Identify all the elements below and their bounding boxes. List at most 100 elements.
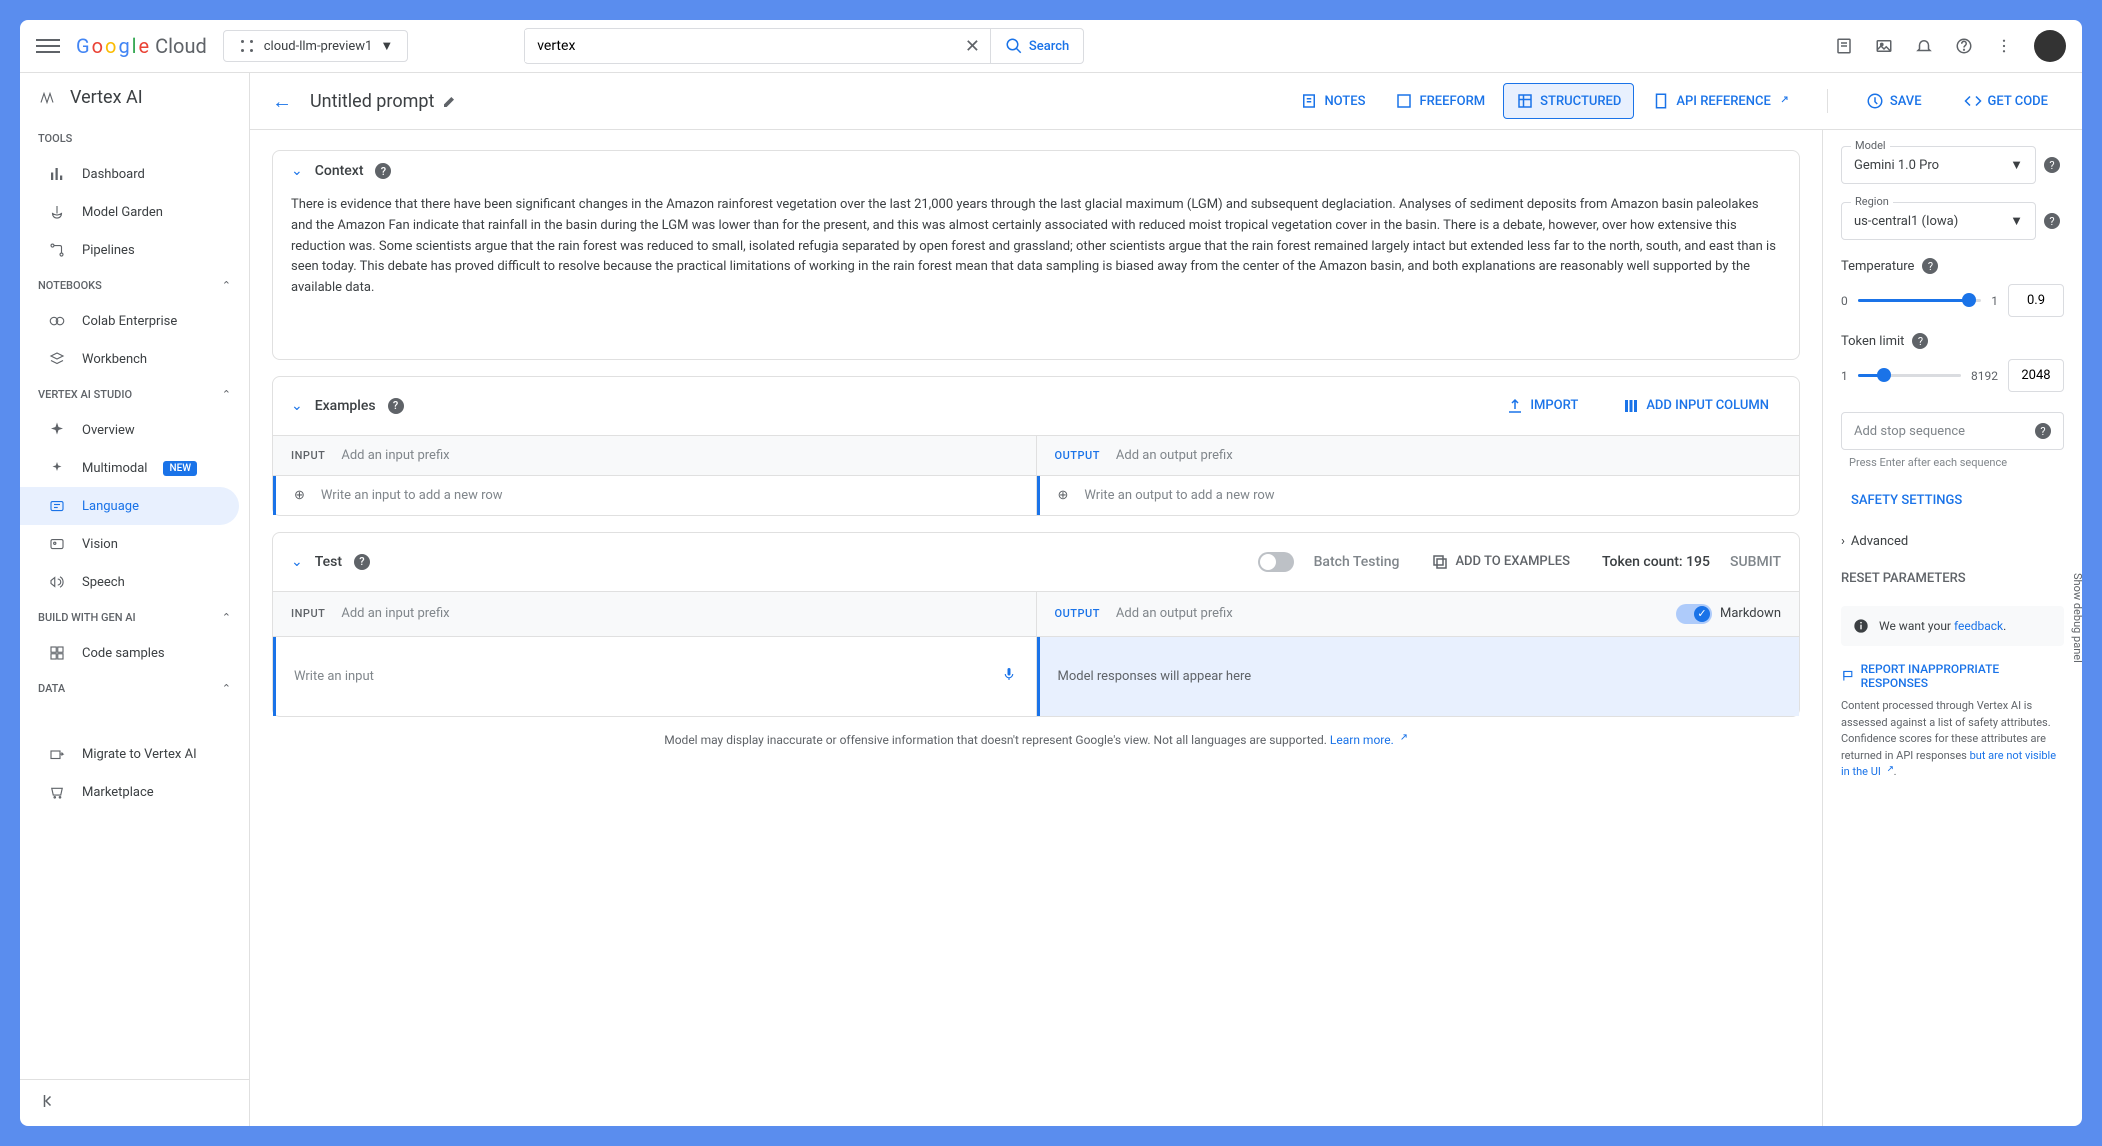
temp-min: 0 bbox=[1841, 294, 1848, 308]
tab-notes[interactable]: NOTES bbox=[1288, 83, 1377, 119]
search-input[interactable] bbox=[525, 30, 955, 62]
sidebar-item-multimodal[interactable]: MultimodalNEW bbox=[20, 449, 249, 487]
safety-disclaimer: Content processed through Vertex AI is a… bbox=[1841, 698, 2064, 781]
write-output-cell[interactable]: ⊕Write an output to add a new row bbox=[1037, 476, 1800, 515]
context-textarea[interactable]: There is evidence that there have been s… bbox=[291, 195, 1781, 341]
output-prefix-field[interactable]: Add an output prefix bbox=[1116, 606, 1233, 621]
chevron-down-icon[interactable]: ⌄ bbox=[291, 163, 303, 179]
token-count: Token count: 195 bbox=[1602, 554, 1710, 570]
sidebar-item-model-garden[interactable]: Model Garden bbox=[20, 193, 249, 231]
markdown-toggle[interactable] bbox=[1676, 604, 1712, 624]
help-icon[interactable]: ? bbox=[2044, 157, 2060, 173]
back-button[interactable]: ← bbox=[272, 89, 292, 114]
collapse-icon bbox=[40, 1092, 58, 1110]
sidebar-item-language[interactable]: Language bbox=[20, 487, 239, 525]
workbench-icon bbox=[48, 350, 66, 368]
temperature-param: Temperature? 0 1 bbox=[1841, 258, 2064, 317]
input-prefix-field[interactable]: Add an input prefix bbox=[341, 448, 449, 463]
data-header[interactable]: DATA⌃ bbox=[20, 672, 249, 705]
temp-max: 1 bbox=[1991, 294, 1998, 308]
stop-hint: Press Enter after each sequence bbox=[1849, 456, 2064, 469]
advanced-toggle[interactable]: › Advanced bbox=[1841, 528, 2064, 555]
sidebar-item-workbench[interactable]: Workbench bbox=[20, 340, 249, 378]
sidebar-item-colab[interactable]: Colab Enterprise bbox=[20, 302, 249, 340]
tab-structured[interactable]: STRUCTURED bbox=[1503, 83, 1634, 119]
stop-sequence-input[interactable]: Add stop sequence? bbox=[1841, 412, 2064, 450]
learn-more-link[interactable]: Learn more. bbox=[1330, 733, 1408, 747]
help-icon[interactable]: ? bbox=[354, 554, 370, 570]
add-to-examples-button[interactable]: ADD TO EXAMPLES bbox=[1419, 545, 1582, 579]
menu-icon[interactable] bbox=[36, 34, 60, 58]
test-panel: ⌄ Test ? Batch Testing ADD TO EXAMPLES T… bbox=[272, 532, 1800, 717]
add-column-button[interactable]: ADD INPUT COLUMN bbox=[1610, 389, 1781, 423]
tab-freeform[interactable]: FREEFORM bbox=[1383, 83, 1497, 119]
build-header[interactable]: BUILD WITH GEN AI⌃ bbox=[20, 601, 249, 634]
search-icon bbox=[1005, 37, 1023, 55]
sidebar-item-label: Code samples bbox=[82, 646, 165, 661]
test-prefix-row: INPUTAdd an input prefix OUTPUTAdd an ou… bbox=[273, 591, 1799, 636]
sidebar-item-label: Speech bbox=[82, 575, 125, 590]
sidebar-item-code-samples[interactable]: Code samples bbox=[20, 634, 249, 672]
sidebar-item-label: Workbench bbox=[82, 352, 147, 367]
report-link[interactable]: REPORT INAPPROPRIATE RESPONSES bbox=[1841, 662, 2064, 690]
notebooks-header[interactable]: NOTEBOOKS⌃ bbox=[20, 269, 249, 302]
help-icon[interactable]: ? bbox=[2035, 423, 2051, 439]
save-button[interactable]: SAVE bbox=[1854, 84, 1934, 118]
more-icon[interactable] bbox=[1994, 36, 2014, 56]
token-min: 1 bbox=[1841, 369, 1848, 383]
output-label: OUTPUT bbox=[1055, 607, 1100, 620]
edit-icon[interactable] bbox=[442, 93, 458, 109]
output-prefix-field[interactable]: Add an output prefix bbox=[1116, 448, 1233, 463]
notes-icon[interactable] bbox=[1834, 36, 1854, 56]
sidebar-item-migrate[interactable]: Migrate to Vertex AI bbox=[20, 735, 249, 773]
get-code-button[interactable]: GET CODE bbox=[1952, 84, 2060, 118]
submit-button[interactable]: SUBMIT bbox=[1730, 554, 1781, 570]
sidebar-item-vision[interactable]: Vision bbox=[20, 525, 249, 563]
image-icon[interactable] bbox=[1874, 36, 1894, 56]
temperature-input[interactable] bbox=[2008, 284, 2064, 317]
prompt-title: Untitled prompt bbox=[310, 91, 458, 112]
chevron-down-icon[interactable]: ⌄ bbox=[291, 398, 303, 414]
sidebar-item-marketplace[interactable]: Marketplace bbox=[20, 773, 249, 811]
feedback-link[interactable]: feedback bbox=[1954, 619, 2003, 633]
output-label: OUTPUT bbox=[1055, 449, 1100, 462]
sidebar-item-dashboard[interactable]: Dashboard bbox=[20, 155, 249, 193]
help-icon[interactable]: ? bbox=[1912, 333, 1928, 349]
chevron-down-icon[interactable]: ⌄ bbox=[291, 554, 303, 570]
help-icon[interactable]: ? bbox=[388, 398, 404, 414]
collapse-sidebar-button[interactable] bbox=[20, 1079, 249, 1126]
token-input[interactable] bbox=[2008, 359, 2064, 392]
test-write-row: Write an input Model responses will appe… bbox=[273, 636, 1799, 716]
tab-api[interactable]: API REFERENCE bbox=[1640, 83, 1800, 119]
import-button[interactable]: IMPORT bbox=[1494, 389, 1590, 423]
help-icon[interactable]: ? bbox=[2044, 213, 2060, 229]
sidebar-item-speech[interactable]: Speech bbox=[20, 563, 249, 601]
help-icon[interactable] bbox=[1954, 36, 1974, 56]
sidebar-item-overview[interactable]: Overview bbox=[20, 411, 249, 449]
context-panel: ⌄ Context ? There is evidence that there… bbox=[272, 150, 1800, 360]
bell-icon[interactable] bbox=[1914, 36, 1934, 56]
mic-icon[interactable] bbox=[1000, 665, 1018, 687]
token-param: Token limit? 1 8192 bbox=[1841, 333, 2064, 392]
studio-header[interactable]: VERTEX AI STUDIO⌃ bbox=[20, 378, 249, 411]
sidebar-item-pipelines[interactable]: Pipelines bbox=[20, 231, 249, 269]
input-prefix-field[interactable]: Add an input prefix bbox=[341, 606, 449, 621]
google-cloud-logo[interactable]: Google Cloud bbox=[76, 34, 207, 58]
project-selector[interactable]: cloud-llm-preview1 ▼ bbox=[223, 30, 408, 62]
token-slider[interactable] bbox=[1858, 374, 1961, 377]
user-avatar[interactable] bbox=[2034, 30, 2066, 62]
help-icon[interactable]: ? bbox=[1922, 258, 1938, 274]
reset-params-button[interactable]: RESET PARAMETERS bbox=[1841, 571, 2064, 586]
debug-panel-tab[interactable]: Show debug panel bbox=[2071, 573, 2084, 663]
copy-icon bbox=[1431, 553, 1449, 571]
help-icon[interactable]: ? bbox=[375, 163, 391, 179]
external-icon bbox=[1777, 95, 1789, 107]
search-clear-icon[interactable]: ✕ bbox=[955, 36, 990, 57]
temperature-slider[interactable] bbox=[1858, 299, 1982, 302]
search-button[interactable]: Search bbox=[990, 29, 1083, 63]
vertex-icon bbox=[38, 89, 56, 107]
test-input-cell[interactable]: Write an input bbox=[273, 637, 1037, 716]
safety-settings-link[interactable]: SAFETY SETTINGS bbox=[1851, 487, 2064, 514]
write-input-cell[interactable]: ⊕Write an input to add a new row bbox=[273, 476, 1037, 515]
batch-toggle[interactable] bbox=[1258, 552, 1294, 572]
